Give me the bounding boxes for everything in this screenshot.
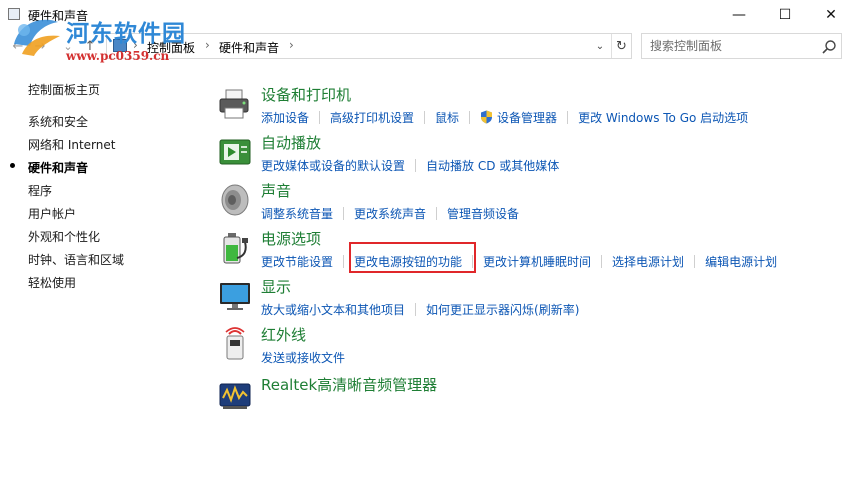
category-title[interactable]: 设备和打印机	[261, 84, 351, 105]
breadcrumb-separator[interactable]: ›	[133, 38, 138, 52]
nav-hardware-sound[interactable]: 硬件和声音	[28, 159, 88, 176]
nav-programs[interactable]: 程序	[28, 182, 52, 199]
link-divider	[424, 110, 426, 124]
forward-button[interactable]: →	[30, 35, 50, 57]
speaker-icon	[221, 184, 249, 216]
link-divider	[694, 254, 696, 268]
minimize-button[interactable]: —	[716, 0, 762, 30]
category-realtek-audio: Realtek高清晰音频管理器	[215, 376, 835, 422]
nav-clock-language-region[interactable]: 时钟、语言和区域	[28, 251, 124, 268]
current-item-bullet	[10, 163, 15, 168]
category-autoplay: 自动播放 更改媒体或设备的默认设置 自动播放 CD 或其他媒体	[215, 132, 835, 178]
link-sleep-time[interactable]: 更改计算机睡眠时间	[483, 253, 591, 270]
title-bar: 硬件和声音 — ☐ ✕	[0, 0, 850, 30]
link-fix-flicker[interactable]: 如何更正显示器闪烁(刷新率)	[426, 301, 579, 318]
category-links: 发送或接收文件	[261, 348, 345, 366]
category-devices-printers: 设备和打印机 添加设备 高级打印机设置 鼠标 设备管理器 更改 Windows …	[215, 84, 835, 130]
link-divider	[436, 206, 438, 220]
autoplay-icon	[219, 139, 251, 165]
nav-network-internet[interactable]: 网络和 Internet	[28, 136, 115, 153]
category-links: 调整系统音量 更改系统声音 管理音频设备	[261, 204, 519, 222]
realtek-audio-icon	[219, 383, 251, 409]
breadcrumb-separator[interactable]: ›	[205, 38, 210, 52]
close-button[interactable]: ✕	[808, 0, 850, 30]
breadcrumb-separator[interactable]: ›	[289, 38, 294, 52]
up-button[interactable]: ↑	[80, 35, 100, 57]
link-text-size[interactable]: 放大或缩小文本和其他项目	[261, 301, 405, 318]
link-divider	[567, 110, 569, 124]
navigation-bar: ← → ⌄ ↑ › 控制面板 › 硬件和声音 › ⌄ ↻	[0, 33, 850, 59]
nav-appearance[interactable]: 外观和个性化	[28, 228, 100, 245]
link-add-device[interactable]: 添加设备	[261, 109, 309, 126]
link-autoplay-cd[interactable]: 自动播放 CD 或其他媒体	[426, 157, 559, 174]
breadcrumb-hardware-sound[interactable]: 硬件和声音	[219, 39, 279, 56]
category-title[interactable]: 红外线	[261, 324, 306, 345]
link-divider	[343, 206, 345, 220]
category-sound: 声音 调整系统音量 更改系统声音 管理音频设备	[215, 180, 835, 226]
link-device-manager[interactable]: 设备管理器	[497, 109, 557, 126]
link-media-defaults[interactable]: 更改媒体或设备的默认设置	[261, 157, 405, 174]
nav-system-security[interactable]: 系统和安全	[28, 113, 88, 130]
link-send-receive-files[interactable]: 发送或接收文件	[261, 349, 345, 366]
category-links: 添加设备 高级打印机设置 鼠标 设备管理器 更改 Windows To Go 启…	[261, 108, 748, 126]
category-display: 显示 放大或缩小文本和其他项目 如何更正显示器闪烁(刷新率)	[215, 276, 835, 322]
uac-shield-icon	[481, 110, 493, 124]
battery-icon	[223, 233, 248, 264]
link-divider	[343, 254, 345, 268]
recent-locations-button[interactable]: ⌄	[58, 35, 78, 57]
address-bar[interactable]: › 控制面板 › 硬件和声音 › ⌄ ↻	[106, 33, 632, 59]
category-links: 放大或缩小文本和其他项目 如何更正显示器闪烁(刷新率)	[261, 300, 579, 318]
control-panel-icon	[113, 39, 127, 52]
link-choose-power-plan[interactable]: 选择电源计划	[612, 253, 684, 270]
window-icon	[8, 8, 20, 20]
link-power-button-function[interactable]: 更改电源按钮的功能	[354, 253, 462, 270]
link-change-power-saving[interactable]: 更改节能设置	[261, 253, 333, 270]
link-divider	[415, 302, 417, 316]
category-power-options: 电源选项 更改节能设置 更改电源按钮的功能 更改计算机睡眠时间 选择电源计划 编…	[215, 228, 835, 274]
link-divider	[472, 254, 474, 268]
search-input[interactable]	[642, 34, 818, 58]
category-links: 更改节能设置 更改电源按钮的功能 更改计算机睡眠时间 选择电源计划 编辑电源计划	[261, 252, 777, 270]
printer-icon	[219, 89, 249, 119]
link-divider	[319, 110, 321, 124]
search-box	[641, 33, 842, 59]
maximize-button[interactable]: ☐	[762, 0, 808, 30]
link-change-system-sounds[interactable]: 更改系统声音	[354, 205, 426, 222]
link-advanced-printer-setup[interactable]: 高级打印机设置	[330, 109, 414, 126]
category-title[interactable]: 声音	[261, 180, 291, 201]
refresh-icon[interactable]: ↻	[611, 34, 631, 58]
back-button[interactable]: ←	[8, 35, 28, 57]
chevron-down-icon[interactable]: ⌄	[589, 34, 611, 58]
breadcrumb-control-panel[interactable]: 控制面板	[147, 39, 195, 56]
link-divider	[601, 254, 603, 268]
link-mouse[interactable]: 鼠标	[435, 109, 459, 126]
nav-ease-of-access[interactable]: 轻松使用	[28, 274, 76, 291]
category-links: 更改媒体或设备的默认设置 自动播放 CD 或其他媒体	[261, 156, 559, 174]
category-title[interactable]: 自动播放	[261, 132, 321, 153]
search-icon[interactable]	[820, 38, 838, 56]
infrared-icon	[225, 327, 245, 360]
monitor-icon	[220, 283, 250, 310]
nav-control-panel-home[interactable]: 控制面板主页	[28, 81, 100, 98]
category-title[interactable]: Realtek高清晰音频管理器	[261, 374, 437, 395]
control-panel-window: 硬件和声音 — ☐ ✕ ← → ⌄ ↑ › 控制面板 › 硬件和声音 › ⌄ ↻	[0, 0, 850, 479]
link-windows-to-go[interactable]: 更改 Windows To Go 启动选项	[578, 109, 748, 126]
link-divider	[415, 158, 417, 172]
link-divider	[469, 110, 471, 124]
link-edit-power-plan[interactable]: 编辑电源计划	[705, 253, 777, 270]
category-infrared: 红外线 发送或接收文件	[215, 324, 835, 370]
category-title[interactable]: 电源选项	[261, 228, 321, 249]
link-manage-audio-devices[interactable]: 管理音频设备	[447, 205, 519, 222]
link-adjust-volume[interactable]: 调整系统音量	[261, 205, 333, 222]
window-title: 硬件和声音	[28, 9, 89, 23]
nav-user-accounts[interactable]: 用户帐户	[28, 205, 76, 222]
category-title[interactable]: 显示	[261, 276, 291, 297]
